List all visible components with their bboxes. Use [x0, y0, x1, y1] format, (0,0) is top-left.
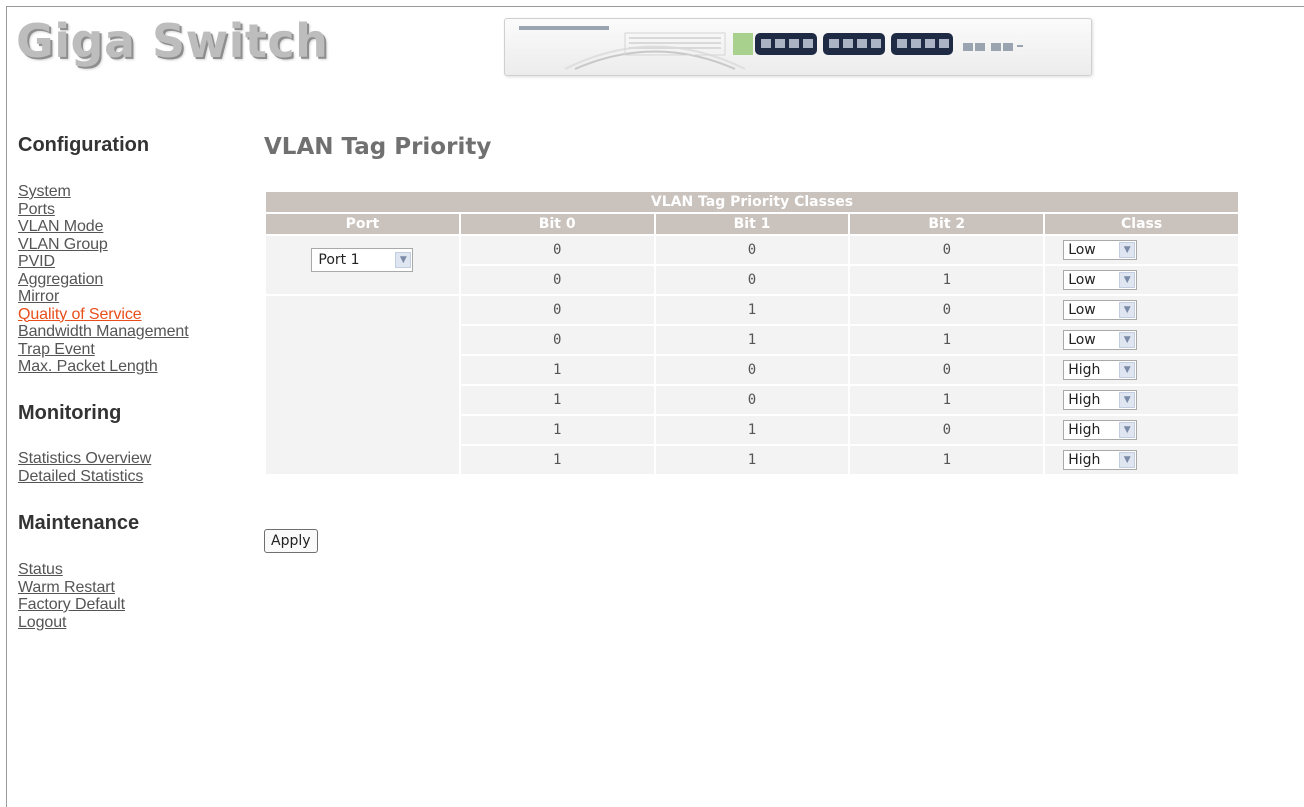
class-select[interactable]: High ▼ [1063, 360, 1138, 380]
cell-bit0: 0 [460, 236, 654, 264]
class-select[interactable]: Low ▼ [1063, 300, 1138, 320]
class-select-value: High [1068, 392, 1101, 408]
vlan-priority-table: VLAN Tag Priority Classes Port Bit 0 Bit… [264, 190, 1240, 476]
chevron-down-icon[interactable]: ▼ [1119, 302, 1136, 318]
sidebar-configuration-list: System Ports VLAN Mode VLAN Group PVID A… [18, 183, 189, 376]
chevron-down-icon[interactable]: ▼ [1119, 392, 1136, 408]
cell-bit1: 1 [655, 326, 849, 354]
cell-bit1: 0 [655, 236, 849, 264]
class-select-value: Low [1068, 272, 1096, 288]
chevron-down-icon[interactable]: ▼ [1119, 272, 1136, 288]
port-cell: Port 1 ▼ [266, 236, 459, 294]
cell-class: High ▼ [1045, 356, 1238, 384]
cell-class: Low ▼ [1045, 296, 1238, 324]
cell-bit2: 1 [850, 266, 1044, 294]
port-select-value: Port 1 [318, 252, 360, 268]
table-row: 0 1 0 Low ▼ [266, 296, 1238, 474]
cell-class: High ▼ [1045, 446, 1238, 474]
cell-class: Low ▼ [1045, 266, 1238, 294]
switch-device-image [504, 18, 1092, 76]
sidebar-item-max-packet-length[interactable]: Max. Packet Length [18, 358, 189, 376]
page-title: VLAN Tag Priority [264, 134, 492, 160]
sidebar-item-vlan-group[interactable]: VLAN Group [18, 236, 189, 254]
cell-class: High ▼ [1045, 416, 1238, 444]
brand-logo: Giga Switch [16, 14, 329, 68]
cell-bit0: 1 [460, 356, 654, 384]
cell-bit1: 1 [655, 416, 849, 444]
chevron-down-icon[interactable]: ▼ [395, 252, 412, 268]
class-select-value: Low [1068, 242, 1096, 258]
cell-bit1: 0 [655, 386, 849, 414]
chevron-down-icon[interactable]: ▼ [1119, 362, 1136, 378]
cell-bit0: 1 [460, 416, 654, 444]
cell-bit2: 1 [850, 446, 1044, 474]
cell-bit0: 0 [460, 266, 654, 294]
class-select[interactable]: High ▼ [1063, 420, 1138, 440]
sidebar-item-detailed-statistics[interactable]: Detailed Statistics [18, 468, 151, 486]
sidebar-item-trap-event[interactable]: Trap Event [18, 341, 189, 359]
sidebar-item-statistics-overview[interactable]: Statistics Overview [18, 450, 151, 468]
class-select-value: Low [1068, 332, 1096, 348]
sidebar-heading-maintenance: Maintenance [18, 512, 140, 534]
cell-class: Low ▼ [1045, 326, 1238, 354]
sidebar-item-system[interactable]: System [18, 183, 189, 201]
sidebar-item-warm-restart[interactable]: Warm Restart [18, 579, 125, 597]
cell-class: Low ▼ [1045, 236, 1238, 264]
sidebar-heading-monitoring: Monitoring [18, 402, 122, 424]
sidebar-monitoring-list: Statistics Overview Detailed Statistics [18, 450, 151, 485]
sidebar-item-pvid[interactable]: PVID [18, 253, 189, 271]
chevron-down-icon[interactable]: ▼ [1119, 332, 1136, 348]
cell-bit0: 0 [460, 326, 654, 354]
sidebar-item-factory-default[interactable]: Factory Default [18, 596, 125, 614]
class-select[interactable]: High ▼ [1063, 450, 1138, 470]
cell-bit2: 1 [850, 386, 1044, 414]
sidebar-item-quality-of-service[interactable]: Quality of Service [18, 306, 189, 324]
sidebar-item-vlan-mode[interactable]: VLAN Mode [18, 218, 189, 236]
cell-bit1: 1 [655, 446, 849, 474]
chevron-down-icon[interactable]: ▼ [1119, 452, 1136, 468]
sidebar-maintenance-list: Status Warm Restart Factory Default Logo… [18, 561, 125, 631]
table-row: Port 1 ▼ 0 0 0 Low ▼ [266, 236, 1238, 294]
class-select-value: High [1068, 362, 1101, 378]
sidebar-heading-configuration: Configuration [18, 134, 150, 156]
column-header-bit2: Bit 2 [850, 214, 1044, 234]
cell-bit2: 1 [850, 326, 1044, 354]
column-header-bit1: Bit 1 [655, 214, 849, 234]
cell-bit2: 0 [850, 236, 1044, 264]
cell-bit2: 0 [850, 356, 1044, 384]
cell-bit2: 0 [850, 416, 1044, 444]
class-select[interactable]: Low ▼ [1063, 270, 1138, 290]
sidebar-item-mirror[interactable]: Mirror [18, 288, 189, 306]
column-header-port: Port [266, 214, 459, 234]
port-cell-empty [266, 296, 459, 474]
cell-bit1: 0 [655, 266, 849, 294]
port-select[interactable]: Port 1 ▼ [311, 248, 414, 272]
sidebar-item-logout[interactable]: Logout [18, 614, 125, 632]
cell-class: High ▼ [1045, 386, 1238, 414]
cell-bit1: 1 [655, 296, 849, 324]
cell-bit0: 0 [460, 296, 654, 324]
apply-button[interactable]: Apply [264, 529, 318, 553]
chevron-down-icon[interactable]: ▼ [1119, 422, 1136, 438]
class-select-value: High [1068, 422, 1101, 438]
class-select[interactable]: Low ▼ [1063, 330, 1138, 350]
cell-bit2: 0 [850, 296, 1044, 324]
sidebar-item-aggregation[interactable]: Aggregation [18, 271, 189, 289]
column-header-class: Class [1045, 214, 1238, 234]
cell-bit0: 1 [460, 446, 654, 474]
cell-bit0: 1 [460, 386, 654, 414]
table-caption: VLAN Tag Priority Classes [266, 192, 1238, 212]
column-header-bit0: Bit 0 [460, 214, 654, 234]
class-select-value: High [1068, 452, 1101, 468]
sidebar-item-status[interactable]: Status [18, 561, 125, 579]
chevron-down-icon[interactable]: ▼ [1119, 242, 1136, 258]
class-select[interactable]: High ▼ [1063, 390, 1138, 410]
sidebar-item-bandwidth-management[interactable]: Bandwidth Management [18, 323, 189, 341]
class-select-value: Low [1068, 302, 1096, 318]
sidebar-item-ports[interactable]: Ports [18, 201, 189, 219]
class-select[interactable]: Low ▼ [1063, 240, 1138, 260]
cell-bit1: 0 [655, 356, 849, 384]
